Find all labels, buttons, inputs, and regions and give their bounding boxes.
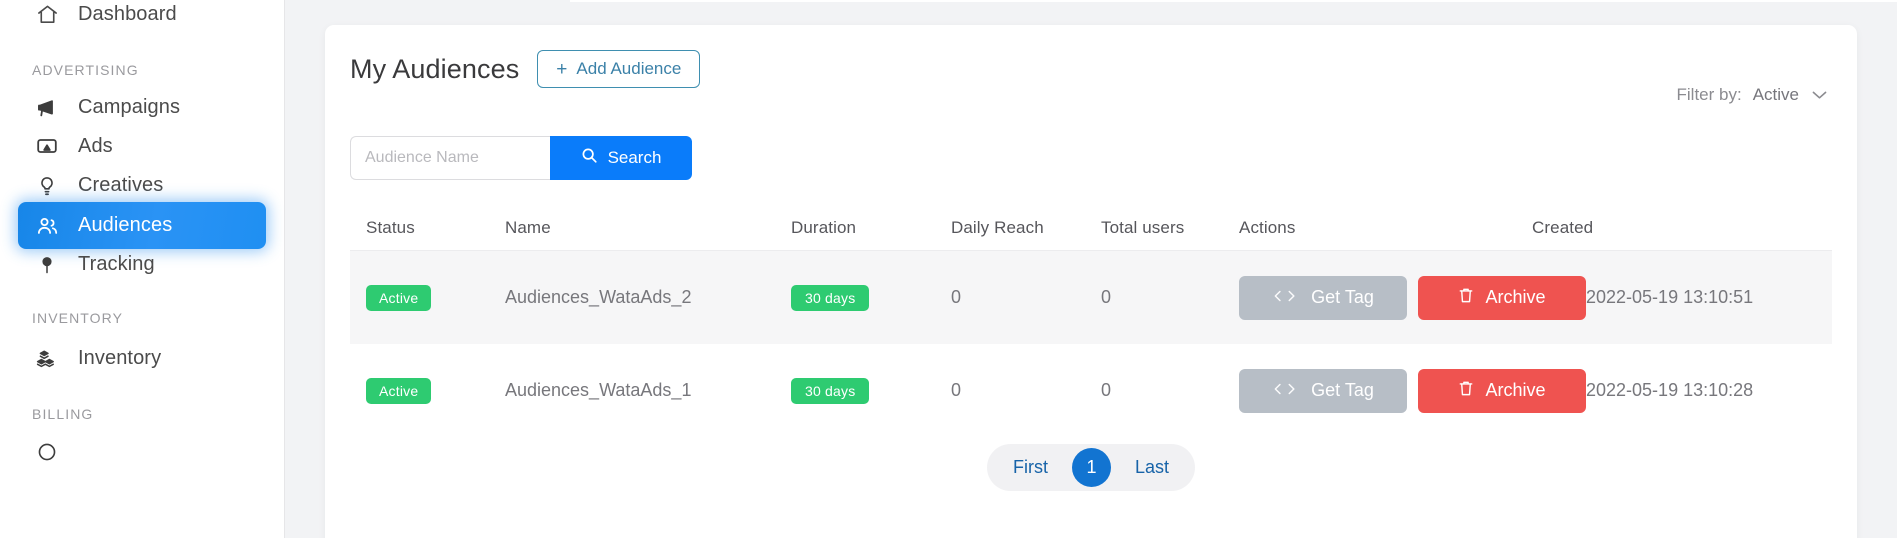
search-button[interactable]: Search [550, 136, 692, 180]
filter-by-value: Active [1752, 85, 1799, 104]
get-tag-label: Get Tag [1311, 287, 1374, 307]
search-input[interactable] [350, 136, 550, 180]
archive-label: Archive [1485, 287, 1546, 307]
chevron-down-icon [1812, 87, 1827, 103]
lightbulb-icon [32, 173, 62, 199]
trash-icon [1458, 287, 1474, 309]
boxes-icon [32, 346, 62, 372]
cell-name: Audiences_WataAds_2 [505, 287, 692, 307]
audiences-card: My Audiences + Add Audience Filter by: A… [325, 25, 1857, 538]
sidebar-section-inventory: INVENTORY [32, 310, 124, 326]
column-header-status: Status [366, 217, 415, 237]
top-strip [570, 0, 1897, 2]
home-icon [32, 2, 62, 28]
pagination-current-page[interactable]: 1 [1071, 448, 1111, 487]
sidebar-item-tracking[interactable]: Tracking [18, 241, 266, 288]
sidebar-item-label: Audiences [78, 214, 173, 236]
cell-created: 2022-05-19 13:10:51 [1586, 287, 1754, 307]
column-header-daily-reach: Daily Reach [951, 217, 1044, 237]
wallet-icon [32, 439, 62, 465]
cell-total-users: 0 [1101, 287, 1112, 307]
sidebar-item-dashboard[interactable]: Dashboard [18, 0, 266, 38]
get-tag-label: Get Tag [1311, 380, 1374, 400]
status-badge: Active [366, 377, 432, 404]
sidebar-item-label: Inventory [78, 347, 162, 369]
code-brackets-icon [1272, 382, 1300, 400]
actions-group: Get Tag Archive [1239, 275, 1586, 320]
sidebar-item-label: Dashboard [78, 3, 177, 25]
pagination: First 1 Last [325, 444, 1857, 491]
column-header-total-users: Total users [1101, 217, 1185, 237]
code-brackets-icon [1272, 289, 1300, 307]
page-title: My Audiences [350, 53, 520, 84]
archive-button[interactable]: Archive [1418, 275, 1586, 320]
cell-status: Active [350, 284, 505, 311]
sidebar-section-advertising: ADVERTISING [32, 62, 139, 78]
sidebar-item-label: Campaigns [78, 96, 181, 118]
sidebar-item-label: Ads [78, 135, 113, 157]
sidebar-section-billing: BILLING [32, 406, 94, 422]
plus-icon: + [556, 58, 568, 80]
add-audience-button[interactable]: + Add Audience [537, 50, 701, 88]
status-badge: Active [366, 284, 432, 311]
cell-created: 2022-05-19 13:10:28 [1586, 380, 1754, 400]
cell-daily-reach: 0 [951, 287, 962, 307]
search-icon [581, 147, 598, 169]
archive-button[interactable]: Archive [1418, 368, 1586, 413]
trash-icon [1458, 380, 1474, 402]
column-header-duration: Duration [791, 217, 857, 237]
column-header-name: Name [505, 217, 551, 237]
filter-by-dropdown[interactable]: Filter by: Active [1677, 85, 1827, 105]
table-row: Active Audiences_WataAds_1 30 days 0 0 G… [350, 344, 1832, 437]
actions-group: Get Tag Archive [1239, 368, 1586, 413]
duration-badge: 30 days [791, 377, 870, 404]
main-content: My Audiences + Add Audience Filter by: A… [285, 0, 1897, 538]
sidebar-item-label: Creatives [78, 174, 164, 196]
cell-status: Active [350, 377, 505, 404]
cell-actions: Get Tag Archive [1239, 275, 1586, 320]
title-row: My Audiences + Add Audience [350, 50, 701, 88]
sidebar-item-inventory[interactable]: Inventory [18, 335, 266, 382]
add-audience-label: Add Audience [576, 59, 682, 78]
duration-badge: 30 days [791, 284, 870, 311]
sidebar-item-billing-partial[interactable] [18, 428, 266, 475]
pagination-last[interactable]: Last [1113, 444, 1191, 491]
megaphone-icon [32, 95, 62, 121]
cell-daily-reach: 0 [951, 380, 962, 400]
app-root: Dashboard ADVERTISING Campaigns Ads Crea… [0, 0, 1897, 538]
cell-actions: Get Tag Archive [1239, 368, 1586, 413]
cell-total-users: 0 [1101, 380, 1112, 400]
table-header-row: Status Name Duration Daily Reach Total u… [350, 205, 1832, 251]
display-icon [32, 134, 62, 160]
cell-name: Audiences_WataAds_1 [505, 380, 692, 400]
get-tag-button[interactable]: Get Tag [1239, 275, 1407, 320]
search-row: Search [350, 136, 692, 180]
people-icon [32, 213, 62, 239]
pagination-group: First 1 Last [986, 444, 1196, 491]
audiences-table: Status Name Duration Daily Reach Total u… [350, 205, 1832, 437]
column-header-actions: Actions [1239, 217, 1296, 237]
search-button-label: Search [607, 148, 662, 167]
archive-label: Archive [1485, 380, 1546, 400]
get-tag-button[interactable]: Get Tag [1239, 368, 1407, 413]
location-pin-icon [32, 252, 62, 278]
cell-duration: 30 days [791, 377, 951, 404]
card-header: My Audiences + Add Audience Filter by: A… [325, 25, 1857, 111]
sidebar-item-label: Tracking [78, 253, 155, 275]
pagination-first[interactable]: First [991, 444, 1070, 491]
cell-duration: 30 days [791, 284, 951, 311]
column-header-created: Created [1532, 217, 1594, 237]
table-row: Active Audiences_WataAds_2 30 days 0 0 G… [350, 251, 1832, 344]
filter-by-label: Filter by: [1676, 85, 1742, 104]
sidebar: Dashboard ADVERTISING Campaigns Ads Crea… [0, 0, 285, 538]
